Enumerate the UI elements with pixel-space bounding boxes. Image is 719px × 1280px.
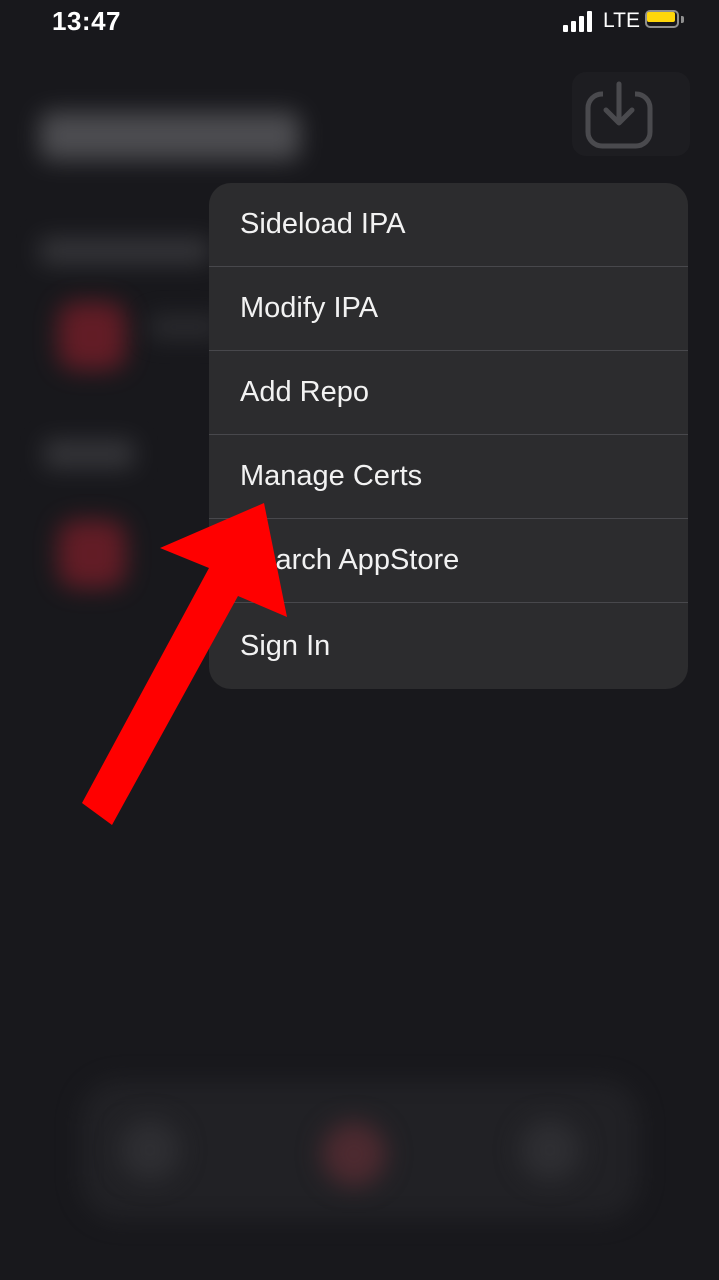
blurred-tab-item	[120, 1120, 180, 1180]
cellular-signal-icon	[563, 10, 593, 32]
blurred-tab-item	[520, 1120, 580, 1180]
blurred-section-header	[44, 440, 134, 468]
status-bar: 13:47 LTE	[0, 0, 719, 44]
status-time: 13:47	[52, 6, 121, 36]
menu-item-manage-certs[interactable]: Manage Certs	[209, 435, 688, 519]
blurred-app-title	[40, 112, 300, 160]
menu-item-add-repo[interactable]: Add Repo	[209, 351, 688, 435]
battery-icon	[645, 10, 685, 30]
blurred-tab-item	[322, 1122, 386, 1186]
menu-item-search-appstore[interactable]: Search AppStore	[209, 519, 688, 603]
menu-item-sign-in[interactable]: Sign In	[209, 603, 688, 689]
blurred-app-icon	[58, 302, 126, 370]
menu-item-modify-ipa[interactable]: Modify IPA	[209, 267, 688, 351]
network-type: LTE	[603, 9, 640, 32]
download-tray-icon	[585, 81, 653, 149]
menu-item-sideload-ipa[interactable]: Sideload IPA	[209, 183, 688, 267]
blurred-app-icon	[58, 520, 126, 588]
blurred-section-header	[40, 238, 210, 264]
context-menu: Sideload IPA Modify IPA Add Repo Manage …	[209, 183, 688, 689]
